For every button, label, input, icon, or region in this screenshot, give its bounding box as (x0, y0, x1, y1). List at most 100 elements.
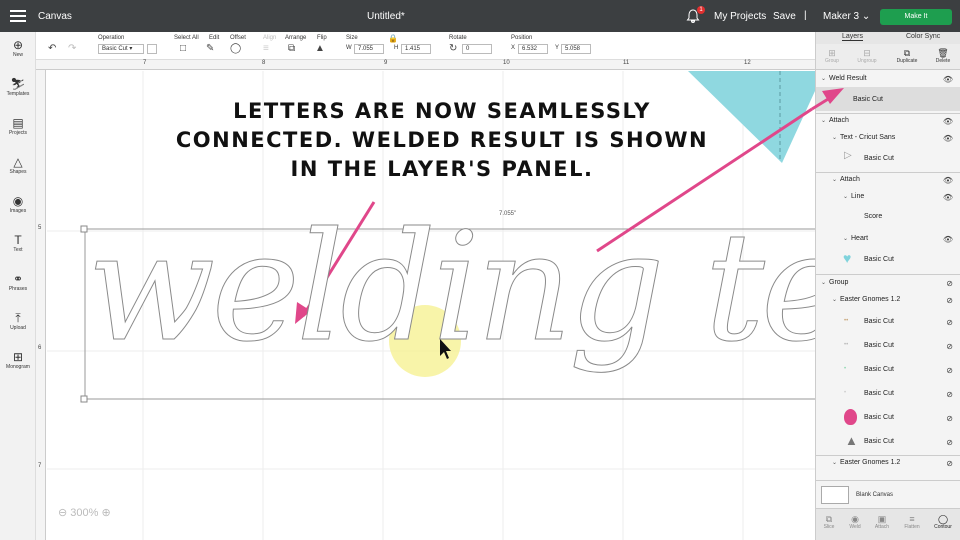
layer-attach-inner[interactable]: ⌄ Attach 👁 (816, 176, 960, 185)
group-button[interactable]: ⊞ Group (818, 48, 846, 64)
pencil-icon[interactable]: ✎ (206, 43, 214, 54)
chevron-down-icon: ⌄ (832, 177, 838, 183)
layer-text-child[interactable]: ▷ Basic Cut (816, 148, 960, 170)
ruler-tick-label: 11 (623, 60, 630, 66)
layer-weld-result-child[interactable]: Basic Cut (816, 87, 960, 111)
my-projects-link[interactable]: My Projects (714, 11, 766, 22)
rotate-input[interactable]: 0 (462, 44, 492, 54)
eye-icon[interactable]: 👁 (943, 176, 953, 185)
height-input[interactable]: 1.415 (401, 44, 431, 54)
width-input[interactable]: 7.055 (354, 44, 384, 54)
sidebar-item-images[interactable]: ◉ Images (0, 194, 36, 214)
layer-text[interactable]: ⌄ Text - Cricut Sans 👁 (816, 134, 960, 143)
arrange-icon[interactable]: ⧉ (288, 43, 295, 54)
welded-text[interactable]: welding tex (86, 213, 815, 364)
x-position-input[interactable]: 6.532 (518, 44, 548, 54)
layer-weld-result[interactable]: ⌄ Weld Result 👁 (816, 75, 960, 84)
blank-canvas-swatch[interactable] (821, 486, 849, 504)
offset-label: Offset (230, 35, 246, 41)
layer-label: Basic Cut (864, 342, 894, 349)
layer-attach[interactable]: ⌄ Attach 👁 (816, 117, 960, 126)
sidebar-item-projects[interactable]: ▤ Projects (0, 116, 36, 136)
x-label: X (511, 45, 516, 51)
flatten-button[interactable]: ≡ Flatten (898, 514, 926, 530)
eye-icon[interactable]: 👁 (943, 75, 953, 84)
eye-hidden-icon[interactable]: ⊘ (946, 279, 953, 288)
sidebar-item-templates[interactable]: ⛷ Templates (0, 77, 36, 97)
layer-gnome-row[interactable]: •• Basic Cut ⊘ (816, 310, 960, 334)
select-all-icon[interactable]: □ (180, 43, 186, 54)
document-title[interactable]: Untitled* (367, 11, 405, 22)
delete-button[interactable]: 🗑 Delete (929, 48, 957, 64)
y-position-input[interactable]: 5.058 (561, 44, 591, 54)
eye-hidden-icon[interactable]: ⊘ (946, 366, 953, 375)
operation-select[interactable]: Basic Cut ▾ (98, 44, 144, 54)
eye-hidden-icon[interactable]: ⊘ (946, 318, 953, 327)
offset-icon[interactable]: ◯ (230, 43, 241, 54)
ungroup-button[interactable]: ⊟ Ungroup (853, 48, 881, 64)
blank-canvas-layer[interactable]: Blank Canvas (816, 480, 960, 508)
eye-hidden-icon[interactable]: ⊘ (946, 296, 953, 305)
selection-handle[interactable] (80, 395, 88, 403)
layer-label: Heart (851, 235, 869, 242)
eye-hidden-icon[interactable]: ⊘ (946, 459, 953, 468)
lock-icon[interactable]: 🔒 (388, 34, 398, 43)
slice-button[interactable]: ⧉ Slice (815, 514, 843, 530)
eye-hidden-icon[interactable]: ⊘ (946, 342, 953, 351)
layer-label: Attach (829, 117, 849, 124)
weld-button[interactable]: ◉ Weld (841, 514, 869, 530)
save-button[interactable]: Save (773, 11, 796, 22)
machine-select[interactable]: Maker 3 ⌄ (823, 11, 870, 22)
attach-button[interactable]: ▣ Attach (868, 514, 896, 530)
sidebar-item-monogram[interactable]: ⊞ Monogram (0, 350, 36, 370)
duplicate-button[interactable]: ⧉ Duplicate (893, 48, 921, 64)
sidebar-item-phrases[interactable]: ⚭ Phrases (0, 272, 36, 292)
eye-icon[interactable]: 👁 (943, 235, 953, 244)
eye-hidden-icon[interactable]: ⊘ (946, 414, 953, 423)
eye-icon[interactable]: 👁 (943, 134, 953, 143)
align-icon[interactable]: ≡ (263, 43, 269, 54)
layer-heart[interactable]: ⌄ Heart 👁 (816, 235, 960, 244)
eye-hidden-icon[interactable]: ⊘ (946, 438, 953, 447)
layer-gnome-row[interactable]: Basic Cut ⊘ (816, 406, 960, 430)
operation-label: Operation (98, 35, 125, 41)
layer-gnomes-1[interactable]: ⌄ Easter Gnomes 1.2 ⊘ (816, 296, 960, 305)
layer-line[interactable]: ⌄ Line 👁 (816, 193, 960, 202)
make-it-button[interactable]: Make It (880, 9, 952, 25)
sidebar-item-text[interactable]: T Text (0, 233, 36, 253)
layer-gnomes-2[interactable]: ⌄ Easter Gnomes 1.2 ⊘ (816, 459, 960, 468)
layer-heart-child[interactable]: ♥ Basic Cut (816, 250, 960, 272)
tab-color-sync[interactable]: Color Sync (906, 33, 940, 40)
contour-button[interactable]: ◯ Contour (929, 514, 957, 530)
hamburger-menu-icon[interactable] (10, 10, 26, 22)
undo-icon[interactable]: ↶ (48, 43, 56, 54)
eye-icon[interactable]: 👁 (943, 193, 953, 202)
layer-gnome-row[interactable]: ▲ Basic Cut ⊘ (816, 430, 960, 454)
align-label: Align (263, 35, 277, 41)
sidebar-item-upload[interactable]: ⤒ Upload (0, 311, 36, 331)
divider (816, 274, 960, 275)
zoom-control[interactable]: ⊖ 300% ⊕ (58, 506, 111, 519)
shirt-icon: ⛷ (10, 77, 26, 91)
design-canvas[interactable]: LETTERS ARE NOW SEAMLESSLY CONNECTED. WE… (47, 71, 815, 540)
layer-group[interactable]: ⌄ Group ⊘ (816, 279, 960, 288)
layer-gnome-row[interactable]: • Basic Cut ⊘ (816, 358, 960, 382)
flip-icon[interactable]: ▲ (315, 43, 325, 54)
gnome-thumb-icon: • (844, 390, 847, 396)
sidebar-item-new[interactable]: ⊕ New (0, 38, 36, 58)
eye-icon[interactable]: 👁 (943, 117, 953, 126)
layer-actions: ⊞ Group ⊟ Ungroup ⧉ Duplicate 🗑 Delete (816, 44, 960, 70)
trash-icon: 🗑 (937, 48, 949, 58)
rotate-icon[interactable]: ↻ (449, 43, 457, 54)
redo-icon[interactable]: ↷ (68, 43, 76, 54)
divider (816, 172, 960, 173)
eye-hidden-icon[interactable]: ⊘ (946, 390, 953, 399)
flip-label: Flip (317, 35, 327, 41)
layer-gnome-row[interactable]: • Basic Cut ⊘ (816, 382, 960, 406)
tab-layers[interactable]: Layers (842, 33, 864, 41)
tool-label: Contour (934, 524, 952, 530)
layer-gnome-row[interactable]: •• Basic Cut ⊘ (816, 334, 960, 358)
operation-color-swatch[interactable] (147, 44, 157, 54)
gnome-thumb-icon: ▲ (845, 433, 858, 448)
sidebar-item-shapes[interactable]: △ Shapes (0, 155, 36, 175)
